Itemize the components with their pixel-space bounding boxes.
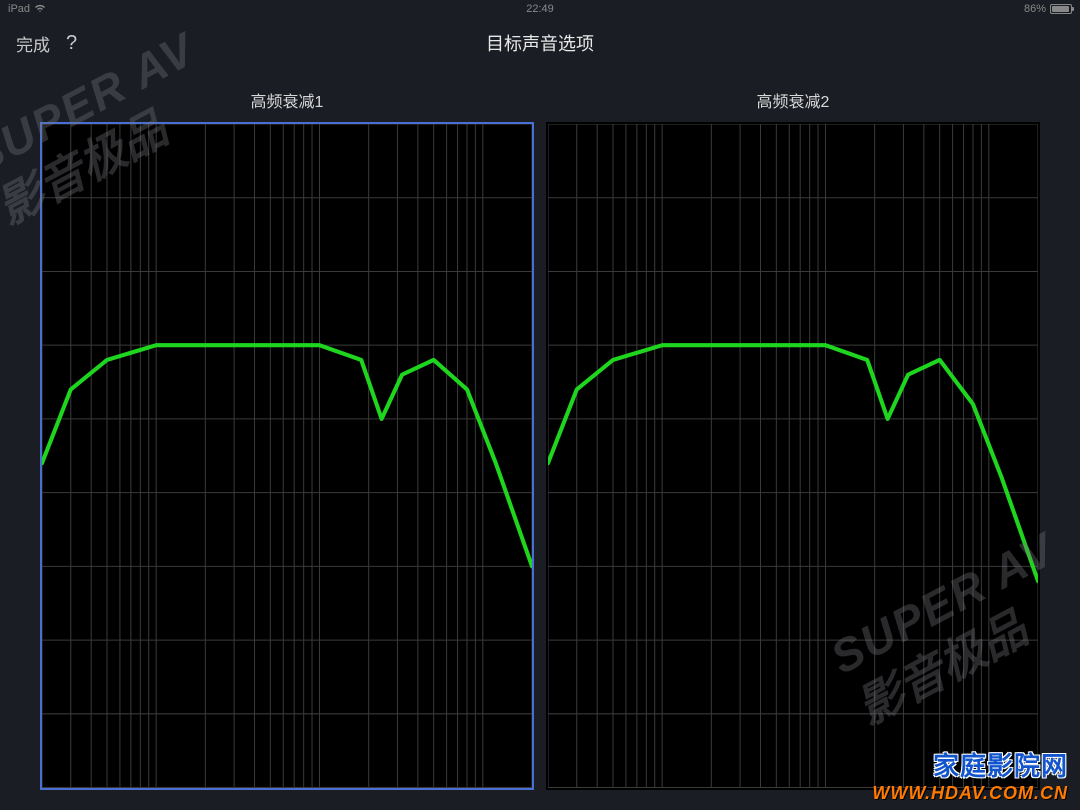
nav-bar: 完成 ? 目标声音选项 [0,18,1080,68]
status-bar: iPad 22:49 86% [0,0,1080,18]
response-curve-2 [548,124,1038,788]
option-label-2: 高频衰减2 [546,88,1040,112]
wifi-icon [34,3,46,16]
sound-option-1: 高频衰减1 [40,88,534,780]
device-label: iPad [8,3,30,15]
frequency-graph-2[interactable] [546,122,1040,790]
status-time: 22:49 [526,3,554,15]
battery-icon [1050,4,1072,14]
battery-percent: 86% [1024,3,1046,15]
done-button[interactable]: 完成 [16,31,50,56]
frequency-graph-1[interactable] [40,122,534,790]
help-button[interactable]: ? [66,32,77,55]
page-title: 目标声音选项 [486,30,594,56]
response-curve-1 [42,124,532,788]
status-right: 86% [1024,3,1072,15]
options-container: 高频衰减1 高频衰减2 [0,68,1080,810]
sound-option-2: 高频衰减2 [546,88,1040,780]
status-left: iPad [8,3,46,16]
option-label-1: 高频衰减1 [40,88,534,112]
